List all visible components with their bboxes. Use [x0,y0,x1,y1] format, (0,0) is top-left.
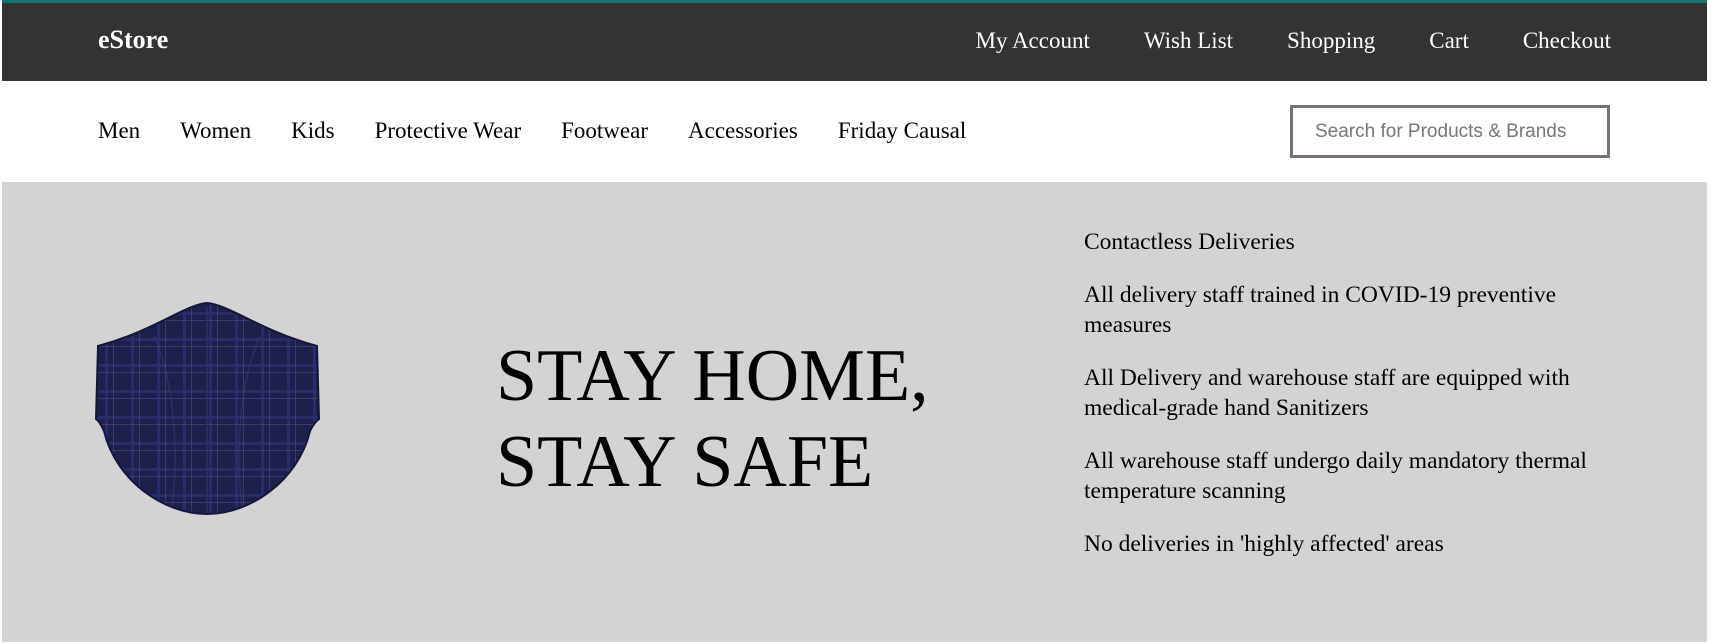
headline-line-2: STAY SAFE [496,421,874,503]
hero-headline: STAY HOME, STAY SAFE [496,333,929,505]
hero-banner: STAY HOME, STAY SAFE Contactless Deliver… [2,182,1707,642]
cart-link[interactable]: Cart [1429,28,1469,54]
face-mask-icon [94,301,321,516]
shopping-link[interactable]: Shopping [1287,28,1375,54]
category-friday-causal[interactable]: Friday Causal [838,118,966,144]
top-navbar: eStore My Account Wish List Shopping Car… [2,0,1707,81]
note-no-deliveries: No deliveries in 'highly affected' areas [1084,531,1444,557]
note-contactless: Contactless Deliveries [1084,229,1295,255]
note-temperature: All warehouse staff undergo daily mandat… [1084,448,1587,504]
category-accessories[interactable]: Accessories [688,118,798,144]
my-account-link[interactable]: My Account [976,28,1090,54]
brand-logo[interactable]: eStore [98,25,168,55]
search-input[interactable] [1290,105,1610,158]
safety-notes: Contactless Deliveries All delivery staf… [1084,227,1629,582]
checkout-link[interactable]: Checkout [1523,28,1611,54]
category-protective-wear[interactable]: Protective Wear [375,118,522,144]
account-links: My Account Wish List Shopping Cart Check… [922,28,1611,54]
category-men[interactable]: Men [98,118,140,144]
category-footwear[interactable]: Footwear [561,118,648,144]
headline-line-1: STAY HOME, [496,335,929,417]
wish-list-link[interactable]: Wish List [1144,28,1233,54]
category-kids[interactable]: Kids [291,118,334,144]
category-menu: Men Women Kids Protective Wear Footwear … [98,118,1006,144]
page: eStore My Account Wish List Shopping Car… [2,0,1707,643]
note-staff-trained: All delivery staff trained in COVID-19 p… [1084,282,1557,338]
category-women[interactable]: Women [180,118,251,144]
note-sanitizers: All Delivery and warehouse staff are equ… [1084,365,1570,421]
